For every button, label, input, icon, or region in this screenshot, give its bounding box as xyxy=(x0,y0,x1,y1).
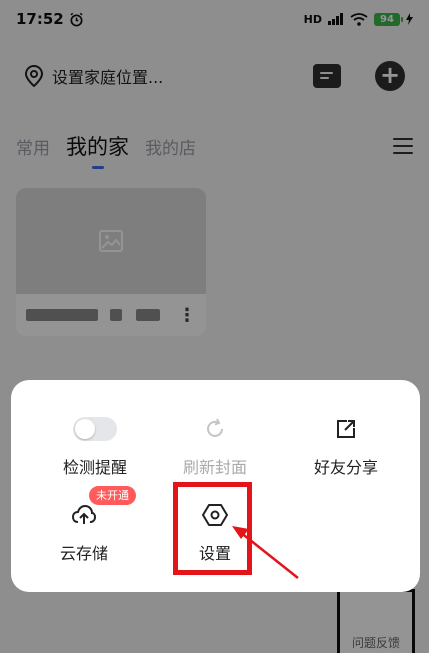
cloud-upload-icon xyxy=(71,504,97,524)
detection-alert-icon-wrap xyxy=(73,412,117,446)
detection-alert-toggle[interactable] xyxy=(73,417,117,441)
refresh-icon-wrap xyxy=(203,412,227,446)
detection-alert-label: 检测提醒 xyxy=(62,458,127,477)
share-friends-label: 好友分享 xyxy=(313,458,378,477)
cloud-icon-wrap: 未开通 xyxy=(71,486,136,532)
menu-item-refresh-cover[interactable]: 刷新封面 xyxy=(155,412,275,482)
refresh-icon xyxy=(207,418,223,437)
toggle-knob xyxy=(75,419,95,439)
settings-highlight-box xyxy=(173,482,252,575)
refresh-cover-label: 刷新封面 xyxy=(182,458,247,477)
menu-item-detection-alert[interactable]: 检测提醒 xyxy=(35,412,155,482)
share-icon xyxy=(337,420,355,438)
menu-item-share-friends[interactable]: 好友分享 xyxy=(286,412,406,482)
share-icon-wrap xyxy=(335,412,357,446)
menu-item-cloud-storage[interactable]: 未开通 云存储 xyxy=(24,486,144,568)
not-activated-badge: 未开通 xyxy=(89,486,136,505)
cloud-storage-label: 云存储 xyxy=(59,544,108,563)
